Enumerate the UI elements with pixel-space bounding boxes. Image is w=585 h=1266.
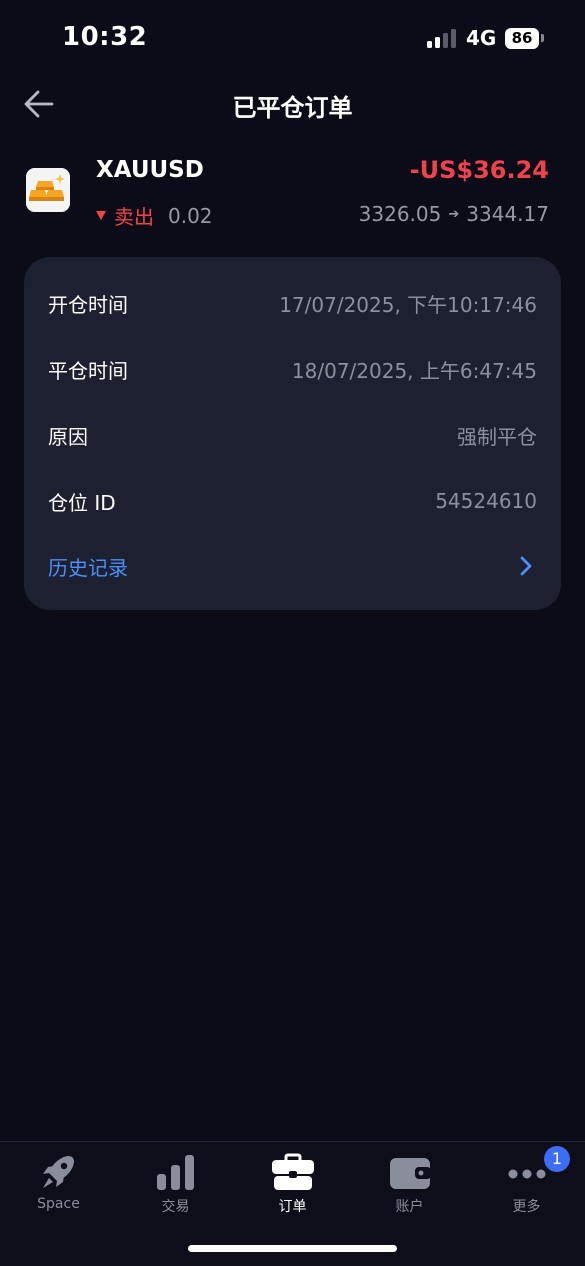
close-price: 3344.17 xyxy=(466,202,549,226)
signal-strength-icon xyxy=(427,28,458,48)
detail-label: 开仓时间 xyxy=(48,292,128,317)
triangle-down-icon xyxy=(96,211,106,220)
detail-label: 仓位 ID xyxy=(48,490,116,515)
open-price: 3326.05 xyxy=(358,202,442,226)
status-bar: 10:32 4G 86 xyxy=(0,0,585,78)
history-link[interactable]: 历史记录 xyxy=(48,546,537,586)
rocket-icon xyxy=(43,1156,74,1188)
detail-label: 原因 xyxy=(48,424,88,449)
battery-tip xyxy=(541,34,544,42)
battery-level: 86 xyxy=(511,29,533,47)
network-type: 4G xyxy=(466,26,497,50)
chevron-right-icon xyxy=(520,556,532,576)
detail-row-position-id: 仓位 ID 54524610 xyxy=(48,481,537,521)
notification-badge: 1 xyxy=(544,1146,570,1172)
wallet-icon xyxy=(390,1158,431,1189)
arrow-right-icon: ➔ xyxy=(448,206,460,222)
detail-value: 强制平仓 xyxy=(457,424,537,449)
status-time: 10:32 xyxy=(62,22,148,52)
home-indicator xyxy=(188,1245,397,1252)
detail-label: 平仓时间 xyxy=(48,358,128,383)
tab-label: 交易 xyxy=(161,1199,190,1215)
gold-bars-icon xyxy=(26,168,70,212)
detail-row-reason: 原因 强制平仓 xyxy=(48,415,537,455)
tab-orders[interactable]: 订单 xyxy=(234,1150,351,1220)
briefcase-icon xyxy=(272,1153,314,1190)
page-title: 已平仓订单 xyxy=(232,94,353,122)
instrument-symbol: XAUUSD xyxy=(96,157,204,183)
detail-row-close-time: 平仓时间 18/07/2025, 上午6:47:45 xyxy=(48,349,537,389)
order-volume: 0.02 xyxy=(168,203,213,228)
price-row: 3326.05 ➔ 3344.17 xyxy=(359,202,549,226)
tab-label: Space xyxy=(37,1196,80,1212)
tab-label: 账户 xyxy=(395,1199,424,1215)
bar-chart-icon xyxy=(157,1155,194,1190)
tab-account[interactable]: 账户 xyxy=(351,1150,468,1220)
order-side-row: 卖出 0.02 xyxy=(96,201,213,230)
detail-row-open-time: 开仓时间 17/07/2025, 下午10:17:46 xyxy=(48,283,537,323)
profit-loss-value: -US$36.24 xyxy=(409,156,549,184)
detail-value: 54524610 xyxy=(435,489,537,513)
more-dots-icon xyxy=(508,1169,546,1179)
order-side: 卖出 xyxy=(114,205,154,229)
tab-space[interactable]: Space xyxy=(0,1150,117,1220)
tab-label: 订单 xyxy=(278,1199,307,1215)
tab-label: 更多 xyxy=(512,1199,541,1215)
detail-value: 17/07/2025, 下午10:17:46 xyxy=(279,292,537,317)
battery-icon: 86 xyxy=(505,28,539,49)
tab-trade[interactable]: 交易 xyxy=(117,1150,234,1220)
history-label: 历史记录 xyxy=(48,555,128,580)
order-detail-card: 开仓时间 17/07/2025, 下午10:17:46 平仓时间 18/07/2… xyxy=(24,257,561,610)
detail-value: 18/07/2025, 上午6:47:45 xyxy=(291,358,537,383)
